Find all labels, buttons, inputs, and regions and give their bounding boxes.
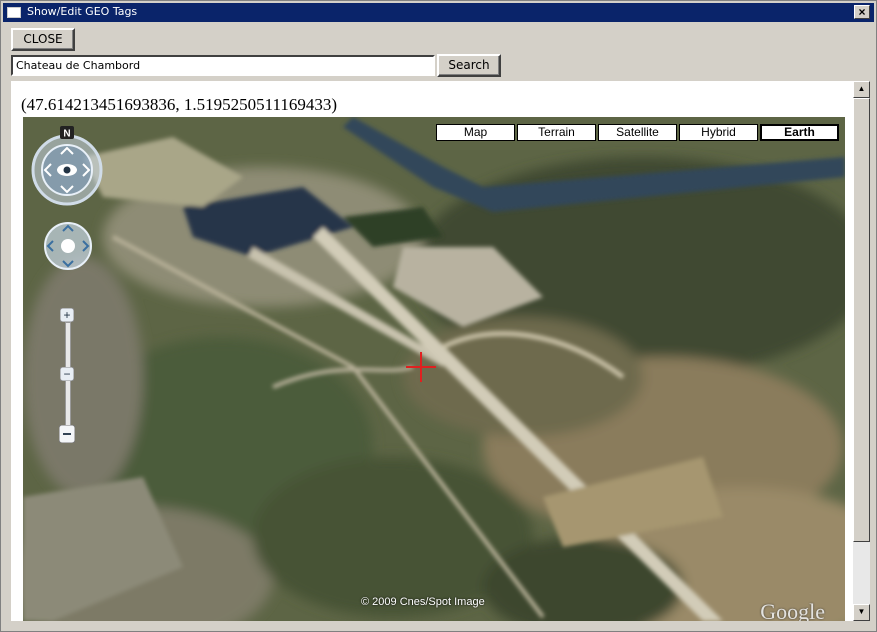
crosshair-icon xyxy=(406,352,436,382)
scroll-thumb[interactable] xyxy=(853,98,870,542)
coordinates-text: (47.614213451693836, 1.5195250511169433) xyxy=(21,95,338,114)
window-close-button[interactable]: × xyxy=(854,5,870,19)
geo-tags-window: Show/Edit GEO Tags × CLOSE Chateau de Ch… xyxy=(0,0,877,632)
google-logo: Google xyxy=(760,599,825,621)
scroll-down-icon[interactable]: ▼ xyxy=(853,604,870,621)
content-panel: (47.614213451693836, 1.5195250511169433) xyxy=(11,81,853,621)
window-title: Show/Edit GEO Tags xyxy=(27,5,138,18)
map-type-satellite[interactable]: Satellite xyxy=(598,124,677,141)
map-type-map[interactable]: Map xyxy=(436,124,515,141)
zoom-in-button[interactable]: + xyxy=(60,308,74,322)
vertical-scrollbar[interactable]: ▲ ▼ xyxy=(853,81,870,621)
search-input[interactable]: Chateau de Chambord xyxy=(11,55,435,76)
window-icon xyxy=(7,7,21,18)
scroll-up-icon[interactable]: ▲ xyxy=(853,81,870,98)
search-button[interactable]: Search xyxy=(437,54,501,77)
zoom-slider-knob[interactable] xyxy=(59,425,75,443)
zoom-out-button[interactable]: − xyxy=(60,367,74,381)
map-copyright: © 2009 Cnes/Spot Image xyxy=(361,596,485,608)
pan-control[interactable] xyxy=(43,221,93,271)
map-view[interactable]: Map Terrain Satellite Hybrid Earth N + −… xyxy=(23,117,845,621)
compass-north-label: N xyxy=(63,129,70,140)
map-type-terrain[interactable]: Terrain xyxy=(517,124,596,141)
map-type-selector: Map Terrain Satellite Hybrid Earth xyxy=(436,124,839,141)
zoom-in-icon: + xyxy=(63,308,70,322)
zoom-out-icon: − xyxy=(63,367,70,381)
map-type-earth[interactable]: Earth xyxy=(760,124,839,141)
map-type-hybrid[interactable]: Hybrid xyxy=(679,124,758,141)
compass-control[interactable]: N xyxy=(29,126,105,206)
close-button[interactable]: CLOSE xyxy=(11,28,75,51)
title-bar[interactable]: Show/Edit GEO Tags × xyxy=(3,3,874,22)
hand-icon xyxy=(61,239,75,253)
